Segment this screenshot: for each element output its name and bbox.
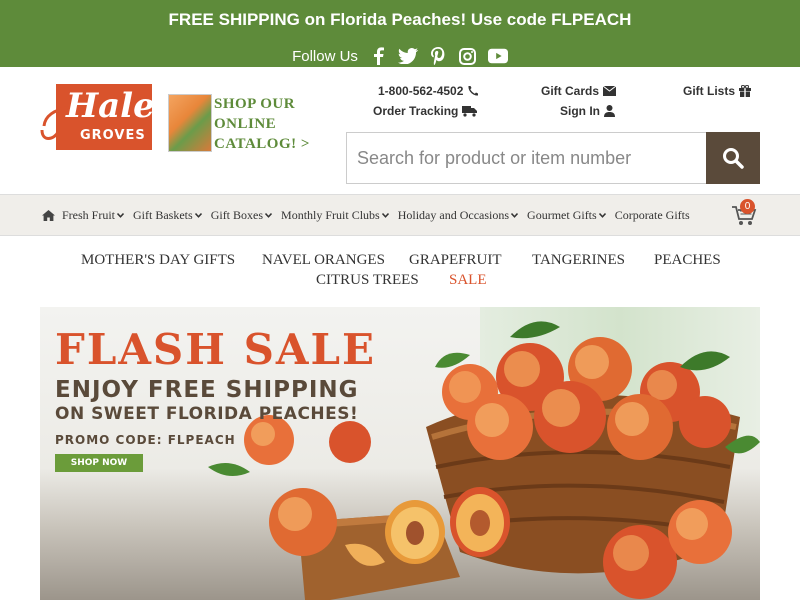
chevron-down-icon	[511, 213, 519, 218]
hale-groves-logo[interactable]: Hale GROVES	[40, 82, 155, 152]
nav-holiday-occasions[interactable]: Holiday and Occasions	[397, 208, 519, 223]
follow-us: Follow Us	[0, 46, 800, 66]
gift-lists-label: Gift Lists	[683, 84, 736, 98]
chevron-down-icon	[194, 213, 202, 218]
truck-icon	[462, 106, 478, 117]
nav-gift-baskets[interactable]: Gift Baskets	[133, 208, 202, 223]
gift-lists-link[interactable]: Gift Lists	[683, 84, 752, 98]
subnav-navel-oranges[interactable]: NAVEL ORANGES	[262, 252, 385, 269]
cart-count-badge: 0	[740, 199, 755, 214]
main-nav: Fresh Fruit Gift Baskets Gift Boxes Mont…	[0, 194, 800, 236]
order-tracking-link[interactable]: Order Tracking	[373, 104, 478, 118]
youtube-icon[interactable]	[487, 46, 508, 66]
sign-in-link[interactable]: Sign In	[560, 104, 615, 118]
hero-title: FLASH SALE	[55, 325, 377, 374]
nav-label: Corporate Gifts	[614, 208, 690, 222]
hero-promo-code: PROMO CODE: FLPEACH	[55, 433, 236, 447]
nav-label: Gift Boxes	[210, 208, 264, 222]
search-icon	[723, 148, 744, 169]
nav-gift-boxes[interactable]: Gift Boxes	[210, 208, 273, 223]
phone-number: 1-800-562-4502	[378, 84, 464, 98]
instagram-icon[interactable]	[458, 46, 478, 66]
nav-gourmet-gifts[interactable]: Gourmet Gifts	[527, 208, 606, 223]
hero-subtitle-1: ENJOY FREE SHIPPING	[55, 377, 359, 403]
catalog-thumbnail	[168, 94, 212, 152]
envelope-icon	[603, 86, 617, 96]
subnav-sale[interactable]: SALE	[449, 272, 487, 289]
chevron-down-icon	[598, 213, 606, 218]
gift-cards-label: Gift Cards	[541, 84, 600, 98]
pinterest-icon[interactable]	[428, 46, 448, 66]
facebook-icon[interactable]	[368, 46, 388, 66]
phone-link[interactable]: 1-800-562-4502	[378, 84, 479, 98]
catalog-line3: CATALOG! >	[214, 136, 310, 152]
subnav-peaches[interactable]: PEACHES	[654, 252, 721, 269]
promo-bar: FREE SHIPPING on Florida Peaches! Use co…	[0, 0, 800, 67]
logo-subtitle: GROVES	[80, 128, 146, 143]
follow-label: Follow Us	[292, 47, 358, 65]
sign-in-label: Sign In	[560, 104, 600, 118]
hero-banner[interactable]: FLASH SALE ENJOY FREE SHIPPING ON SWEET …	[40, 307, 760, 600]
nav-label: Fresh Fruit	[62, 208, 116, 222]
nav-label: Gift Baskets	[133, 208, 193, 222]
subnav-mothers-day[interactable]: MOTHER'S DAY GIFTS	[81, 252, 235, 269]
search-button[interactable]	[706, 132, 760, 184]
logo-wordmark: Hale	[66, 86, 155, 126]
chevron-down-icon	[265, 213, 273, 218]
chevron-down-icon	[117, 213, 125, 218]
promo-message[interactable]: FREE SHIPPING on Florida Peaches! Use co…	[0, 10, 800, 30]
nav-label: Monthly Fruit Clubs	[281, 208, 380, 222]
gift-icon	[739, 85, 752, 97]
search-input[interactable]	[347, 133, 707, 183]
gift-cards-link[interactable]: Gift Cards	[541, 84, 617, 98]
twitter-icon[interactable]	[397, 46, 418, 66]
online-catalog-link[interactable]: SHOP OUR ONLINE CATALOG! >	[168, 94, 313, 154]
subnav-citrus-trees[interactable]: CITRUS TREES	[316, 272, 419, 289]
catalog-line2: ONLINE	[214, 116, 277, 132]
shop-now-button[interactable]: SHOP NOW	[55, 454, 143, 472]
catalog-line1: SHOP OUR	[214, 96, 296, 112]
subnav-tangerines[interactable]: TANGERINES	[532, 252, 625, 269]
nav-label: Holiday and Occasions	[397, 208, 510, 222]
search-bar	[346, 132, 760, 184]
nav-monthly-fruit-clubs[interactable]: Monthly Fruit Clubs	[281, 208, 389, 223]
user-icon	[604, 105, 615, 117]
nav-label: Gourmet Gifts	[527, 208, 597, 222]
hero-subtitle-2: ON SWEET FLORIDA PEACHES!	[55, 404, 359, 424]
subnav-grapefruit[interactable]: GRAPEFRUIT	[409, 252, 502, 269]
home-icon[interactable]	[42, 210, 55, 221]
order-tracking-label: Order Tracking	[373, 104, 459, 118]
nav-corporate-gifts[interactable]: Corporate Gifts	[615, 208, 690, 223]
nav-fresh-fruit[interactable]: Fresh Fruit	[62, 208, 125, 223]
chevron-down-icon	[381, 213, 389, 218]
phone-icon	[468, 86, 479, 96]
